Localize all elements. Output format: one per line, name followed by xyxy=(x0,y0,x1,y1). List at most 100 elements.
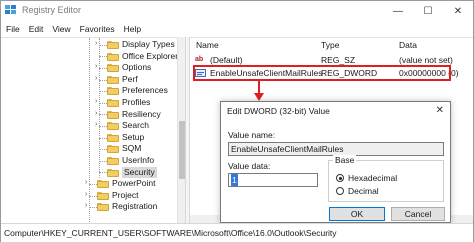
column-header-type[interactable]: Type xyxy=(321,40,339,50)
folder-icon xyxy=(97,180,109,189)
tree-item[interactable]: › Project xyxy=(1,190,177,202)
column-header-name[interactable]: Name xyxy=(196,40,219,50)
string-value-icon: ab xyxy=(195,56,204,63)
title-bar: Registry Editor — ☐ ✕ xyxy=(1,1,473,21)
tree-connector xyxy=(99,114,107,116)
tree-connector xyxy=(99,137,107,139)
tree-item-label: Setup xyxy=(122,131,145,142)
value-data-text: 1 xyxy=(231,174,238,186)
folder-icon xyxy=(107,52,119,61)
folder-icon xyxy=(107,99,119,107)
tree-item-label: Project xyxy=(112,189,139,200)
tree-connector xyxy=(99,102,107,104)
highlight-box xyxy=(193,65,451,81)
dialog-title: Edit DWORD (32-bit) Value xyxy=(227,106,330,116)
chevron-right-icon[interactable]: › xyxy=(85,191,87,198)
tree-item[interactable]: › PowerPoint xyxy=(1,178,177,190)
tree-connector xyxy=(99,91,107,93)
tree-connector xyxy=(99,172,107,174)
chevron-right-icon[interactable]: › xyxy=(95,40,97,47)
tree-item-label: Search xyxy=(122,120,149,131)
decimal-label: Decimal xyxy=(348,186,379,196)
folder-icon xyxy=(107,122,119,131)
tree-item[interactable]: › Registration xyxy=(1,201,177,213)
chevron-right-icon[interactable]: › xyxy=(95,75,97,82)
chevron-right-icon[interactable]: › xyxy=(95,110,97,117)
tree-item[interactable]: SQM xyxy=(1,143,177,155)
base-label: Base xyxy=(333,155,357,165)
status-bar: Computer\HKEY_CURRENT_USER\SOFTWARE\Micr… xyxy=(1,223,473,242)
cancel-button[interactable]: Cancel xyxy=(391,207,445,221)
tree-item-label: Registration xyxy=(112,201,158,212)
tree-item[interactable]: › Perf xyxy=(1,74,177,86)
menu-bar: File Edit View Favorites Help xyxy=(1,22,473,36)
tree-item-label: Office Explorer xyxy=(122,50,179,61)
value-data-field[interactable]: 1 xyxy=(228,173,318,187)
tree-item-label: Resiliency xyxy=(122,108,161,119)
tree-connector xyxy=(99,149,107,151)
folder-icon xyxy=(107,75,119,84)
chevron-right-icon[interactable]: › xyxy=(85,179,87,186)
tree-connector xyxy=(89,207,97,209)
menu-view[interactable]: View xyxy=(52,22,70,36)
tree-item-label: SQM xyxy=(122,143,142,154)
minimize-button[interactable]: — xyxy=(383,1,413,21)
chevron-right-icon[interactable]: › xyxy=(95,63,97,70)
folder-icon xyxy=(97,191,109,200)
chevron-right-icon[interactable]: › xyxy=(95,121,97,128)
tree-connector xyxy=(99,67,107,69)
tree-scrollbar[interactable] xyxy=(177,37,185,223)
tree-item-label: UserInfo xyxy=(122,155,155,165)
tree-item[interactable]: › Search xyxy=(1,120,177,132)
tree-connector xyxy=(99,56,107,58)
tree-item-label: Options xyxy=(122,62,152,73)
ok-button[interactable]: OK xyxy=(329,207,385,221)
tree-connector xyxy=(89,195,97,197)
folder-icon xyxy=(107,168,119,177)
value-name-field[interactable]: EnableUnsafeClientMailRules xyxy=(228,142,444,156)
folder-icon xyxy=(107,87,119,96)
close-button[interactable]: ✕ xyxy=(443,1,473,21)
folder-icon xyxy=(107,64,119,73)
tree-connector xyxy=(99,160,107,162)
tree-connector xyxy=(99,125,107,127)
tree-item[interactable]: UserInfo xyxy=(1,155,177,167)
menu-file[interactable]: File xyxy=(6,22,20,36)
base-groupbox: Base Hexadecimal Decimal xyxy=(328,155,444,202)
dialog-close-button[interactable]: ✕ xyxy=(436,105,444,116)
tree-item[interactable]: Preferences xyxy=(1,85,177,97)
tree-item[interactable]: › Display Types xyxy=(1,39,177,51)
tree-item[interactable]: Security xyxy=(1,166,177,179)
menu-help[interactable]: Help xyxy=(124,22,141,36)
edit-dword-dialog: Edit DWORD (32-bit) Value ✕ Value name: … xyxy=(220,101,451,223)
folder-icon xyxy=(107,157,119,165)
folder-icon xyxy=(107,145,119,154)
menu-favorites[interactable]: Favorites xyxy=(80,22,115,36)
registry-path: Computer\HKEY_CURRENT_USER\SOFTWARE\Micr… xyxy=(4,228,337,238)
chevron-right-icon[interactable]: › xyxy=(95,98,97,105)
annotation-arrow-head xyxy=(254,93,264,101)
hexadecimal-radio[interactable] xyxy=(336,174,344,182)
tree-item[interactable]: Office Explorer xyxy=(1,50,179,63)
tree-item[interactable]: › Resiliency xyxy=(1,109,177,121)
decimal-radio[interactable] xyxy=(336,187,344,195)
tree-item[interactable]: › Profiles xyxy=(1,97,177,109)
folder-icon xyxy=(107,133,119,142)
tree-item-label: PowerPoint xyxy=(112,178,156,189)
value-data-label: Value data: xyxy=(228,161,271,171)
tree-item[interactable]: Setup xyxy=(1,132,177,144)
tree-connector xyxy=(99,79,107,81)
menu-edit[interactable]: Edit xyxy=(29,22,44,36)
tree-item-label: Perf xyxy=(122,73,138,84)
tree-item-label: Security xyxy=(122,166,157,179)
maximize-button[interactable]: ☐ xyxy=(413,1,443,21)
tree-item-label: Display Types xyxy=(122,39,175,49)
folder-icon xyxy=(97,203,109,212)
hexadecimal-label: Hexadecimal xyxy=(348,173,398,183)
tree-item[interactable]: › Options xyxy=(1,62,177,74)
tree-connector xyxy=(99,44,107,46)
chevron-right-icon[interactable]: › xyxy=(85,202,87,209)
registry-tree[interactable]: › Display Types Office Explorer › Options › Pe… xyxy=(1,37,185,223)
column-header-data[interactable]: Data xyxy=(399,40,417,50)
tree-connector xyxy=(89,183,97,185)
